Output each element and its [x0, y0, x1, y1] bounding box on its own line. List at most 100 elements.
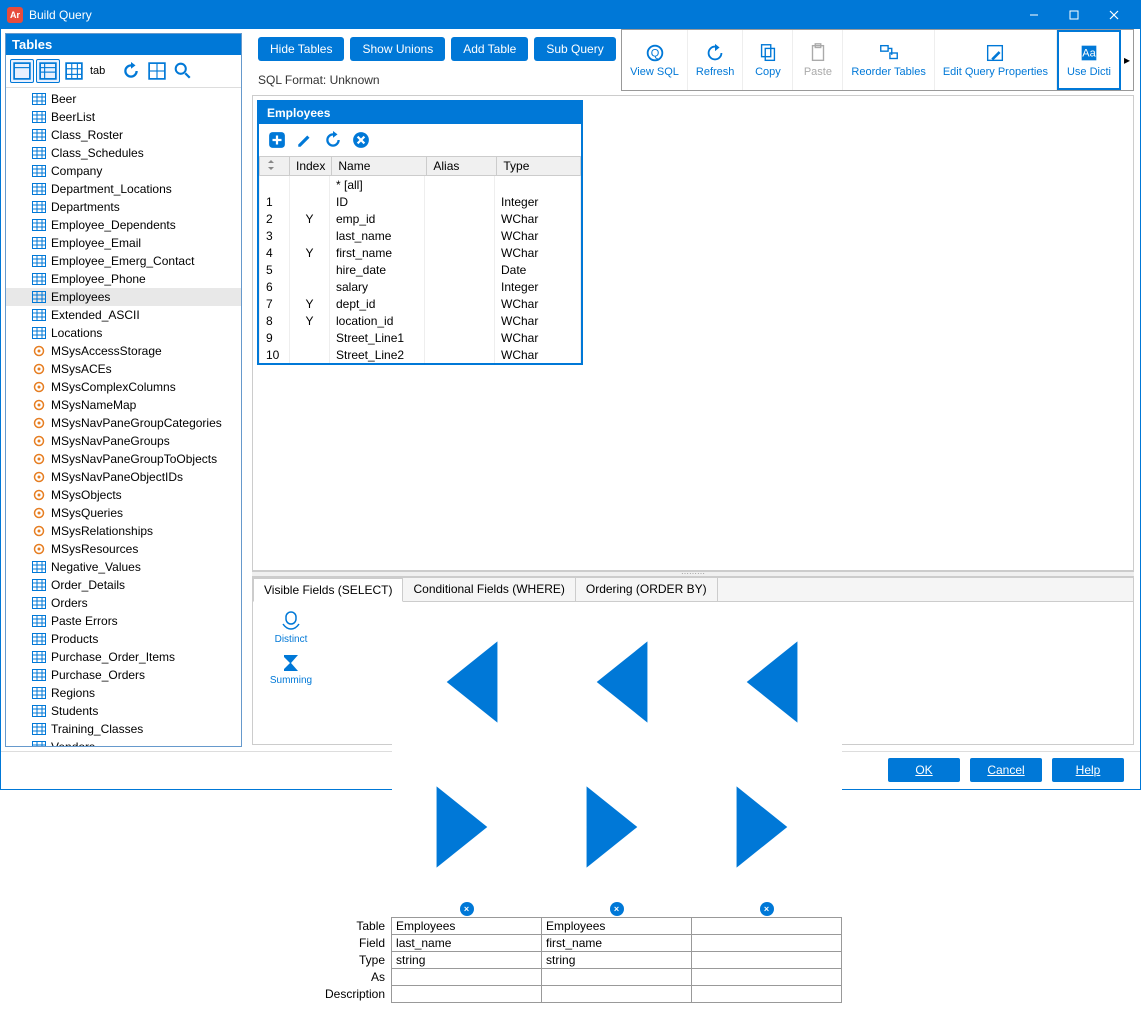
- field-cell[interactable]: string: [392, 952, 542, 969]
- table-item[interactable]: MSysNavPaneGroups: [6, 432, 241, 450]
- table-item[interactable]: Purchase_Order_Items: [6, 648, 241, 666]
- remove-field-button[interactable]: [351, 130, 371, 150]
- view-mode-1-button[interactable]: [10, 59, 34, 83]
- table-item[interactable]: Extended_ASCII: [6, 306, 241, 324]
- table-item[interactable]: MSysRelationships: [6, 522, 241, 540]
- distinct-button[interactable]: Distinct: [275, 610, 308, 645]
- summing-button[interactable]: Summing: [270, 651, 312, 686]
- reorder-tables-button[interactable]: Reorder Tables: [843, 30, 934, 90]
- col-alias[interactable]: Alias: [427, 157, 497, 176]
- query-design-area[interactable]: Employees Index Name Alias Type: [252, 95, 1134, 571]
- search-button[interactable]: [171, 59, 195, 83]
- table-item[interactable]: BeerList: [6, 108, 241, 126]
- add-field-button[interactable]: [267, 130, 287, 150]
- move-right-icon[interactable]: [546, 756, 688, 898]
- view-sql-button[interactable]: Q View SQL: [622, 30, 688, 90]
- move-right-icon[interactable]: [396, 756, 538, 898]
- minimize-button[interactable]: [1014, 1, 1054, 29]
- table-item[interactable]: Class_Roster: [6, 126, 241, 144]
- refresh-fields-button[interactable]: [323, 130, 343, 150]
- field-cell[interactable]: Employees: [392, 918, 542, 935]
- view-mode-2-button[interactable]: [36, 59, 60, 83]
- use-dictionary-button[interactable]: Aa Use Dicti: [1057, 30, 1121, 90]
- view-mode-3-button[interactable]: [62, 59, 86, 83]
- table-item[interactable]: Students: [6, 702, 241, 720]
- move-right-icon[interactable]: [696, 756, 838, 898]
- field-cell[interactable]: last_name: [392, 935, 542, 952]
- refresh-tables-button[interactable]: [119, 59, 143, 83]
- table-item[interactable]: MSysNavPaneGroupCategories: [6, 414, 241, 432]
- col-sort[interactable]: [260, 157, 290, 176]
- field-cell[interactable]: string: [542, 952, 692, 969]
- table-item[interactable]: MSysComplexColumns: [6, 378, 241, 396]
- edit-query-properties-button[interactable]: Edit Query Properties: [935, 30, 1057, 90]
- hide-tables-button[interactable]: Hide Tables: [258, 37, 344, 61]
- table-item[interactable]: MSysAccessStorage: [6, 342, 241, 360]
- field-cell[interactable]: Employees: [542, 918, 692, 935]
- table-item[interactable]: Employee_Phone: [6, 270, 241, 288]
- table-item[interactable]: Training_Classes: [6, 720, 241, 738]
- field-row[interactable]: * [all]: [260, 176, 581, 193]
- field-row[interactable]: 7Ydept_idWChar: [260, 295, 581, 312]
- tab-label[interactable]: tab: [88, 63, 107, 79]
- col-index[interactable]: Index: [290, 157, 332, 176]
- table-item[interactable]: Employee_Emerg_Contact: [6, 252, 241, 270]
- field-cell[interactable]: [692, 952, 842, 969]
- table-item[interactable]: Orders: [6, 594, 241, 612]
- table-item[interactable]: MSysACEs: [6, 360, 241, 378]
- table-item[interactable]: MSysNavPaneObjectIDs: [6, 468, 241, 486]
- table-item[interactable]: MSysResources: [6, 540, 241, 558]
- field-cell[interactable]: [692, 969, 842, 986]
- remove-col-button[interactable]: ×: [760, 902, 774, 916]
- table-item[interactable]: Purchase_Orders: [6, 666, 241, 684]
- fields-grid[interactable]: ×××TableEmployeesEmployeesFieldlast_name…: [321, 610, 842, 1003]
- tab-visible-fields[interactable]: Visible Fields (SELECT): [253, 578, 403, 602]
- field-cell[interactable]: [392, 969, 542, 986]
- field-row[interactable]: 8Ylocation_idWChar: [260, 312, 581, 329]
- tab-ordering[interactable]: Ordering (ORDER BY): [576, 578, 718, 601]
- maximize-button[interactable]: [1054, 1, 1094, 29]
- field-row[interactable]: 5hire_dateDate: [260, 261, 581, 278]
- table-item[interactable]: Order_Details: [6, 576, 241, 594]
- move-left-icon[interactable]: [696, 611, 838, 753]
- field-row[interactable]: 1IDInteger: [260, 193, 581, 210]
- field-row[interactable]: 9Street_Line1WChar: [260, 329, 581, 346]
- employees-table-box[interactable]: Employees Index Name Alias Type: [257, 100, 583, 365]
- table-item[interactable]: Departments: [6, 198, 241, 216]
- show-unions-button[interactable]: Show Unions: [350, 37, 445, 61]
- table-item[interactable]: Company: [6, 162, 241, 180]
- table-item[interactable]: MSysQueries: [6, 504, 241, 522]
- copy-button[interactable]: Copy: [743, 30, 793, 90]
- remove-col-button[interactable]: ×: [460, 902, 474, 916]
- field-cell[interactable]: [692, 986, 842, 1003]
- move-left-icon[interactable]: [396, 611, 538, 753]
- field-cell[interactable]: [542, 969, 692, 986]
- table-item[interactable]: Beer: [6, 90, 241, 108]
- table-item[interactable]: Products: [6, 630, 241, 648]
- field-row[interactable]: 10Street_Line2WChar: [260, 346, 581, 363]
- ribbon-overflow-button[interactable]: ▸: [1121, 30, 1133, 90]
- col-type[interactable]: Type: [497, 157, 581, 176]
- table-item[interactable]: Department_Locations: [6, 180, 241, 198]
- table-list[interactable]: BeerBeerListClass_RosterClass_SchedulesC…: [6, 88, 241, 746]
- field-cell[interactable]: [392, 986, 542, 1003]
- edit-field-button[interactable]: [295, 130, 315, 150]
- move-left-icon[interactable]: [546, 611, 688, 753]
- field-cell[interactable]: [542, 986, 692, 1003]
- table-item[interactable]: MSysNavPaneGroupToObjects: [6, 450, 241, 468]
- col-name[interactable]: Name: [332, 157, 427, 176]
- field-cell[interactable]: [692, 918, 842, 935]
- table-item[interactable]: Employee_Email: [6, 234, 241, 252]
- table-item[interactable]: Vendors: [6, 738, 241, 746]
- table-item[interactable]: Negative_Values: [6, 558, 241, 576]
- table-item[interactable]: Employees: [6, 288, 241, 306]
- table-item[interactable]: Locations: [6, 324, 241, 342]
- table-item[interactable]: Class_Schedules: [6, 144, 241, 162]
- refresh-button[interactable]: Refresh: [688, 30, 744, 90]
- field-row[interactable]: 3last_nameWChar: [260, 227, 581, 244]
- table-item[interactable]: Paste Errors: [6, 612, 241, 630]
- field-row[interactable]: 6salaryInteger: [260, 278, 581, 295]
- remove-col-button[interactable]: ×: [610, 902, 624, 916]
- table-item[interactable]: Employee_Dependents: [6, 216, 241, 234]
- table-item[interactable]: MSysNameMap: [6, 396, 241, 414]
